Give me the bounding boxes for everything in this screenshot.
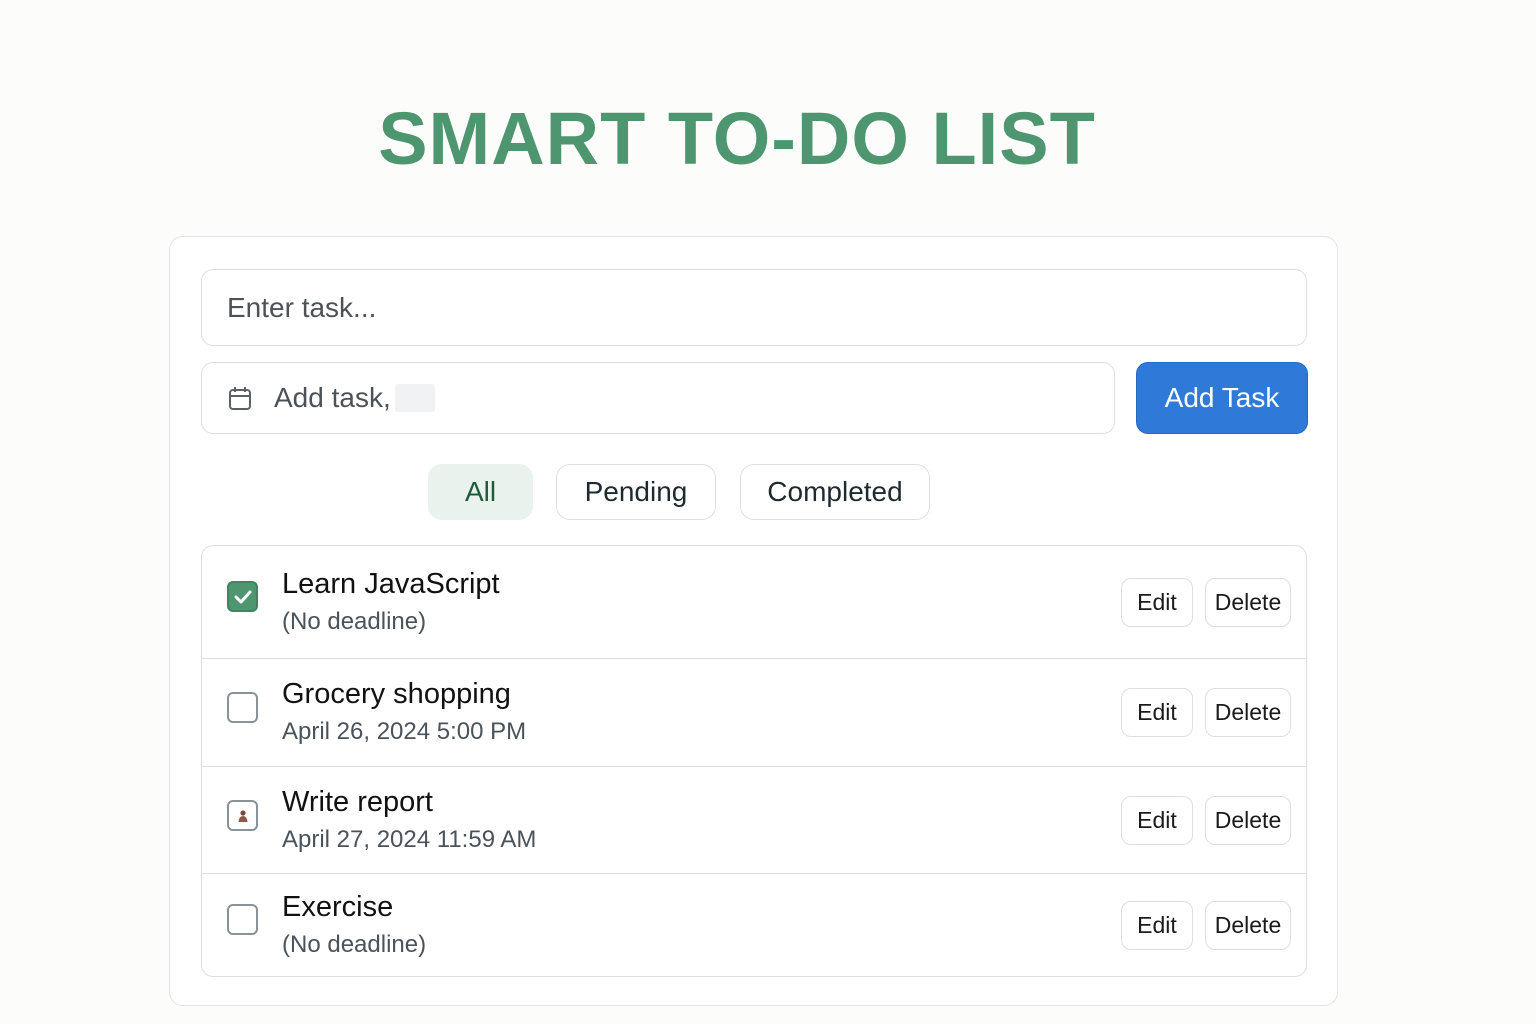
cursor-placeholder [394,384,435,412]
task-deadline: April 26, 2024 5:00 PM [282,718,527,745]
page-title: SMART TO-DO LIST [378,97,1096,180]
task-checkbox[interactable] [227,904,258,935]
edit-button[interactable]: Edit [1121,578,1193,627]
deadline-input-placeholder: Add task, [274,382,391,413]
app-page: SMART TO-DO LIST Enter task... Add task,… [0,0,1536,1024]
edit-button[interactable]: Edit [1121,901,1193,950]
deadline-input[interactable]: Add task, [201,362,1115,434]
task-row: Write report April 27, 2024 11:59 AM Edi… [202,767,1306,874]
task-list: Learn JavaScript (No deadline) Edit Dele… [201,545,1307,977]
filter-all-button[interactable]: All [428,464,533,520]
delete-button[interactable]: Delete [1205,578,1291,627]
task-deadline: April 27, 2024 11:59 AM [282,826,537,853]
task-deadline: (No deadline) [282,931,427,958]
todo-card: Enter task... Add task, Add Task All Pen… [169,236,1338,1006]
delete-button[interactable]: Delete [1205,901,1291,950]
task-row: Grocery shopping April 26, 2024 5:00 PM … [202,659,1306,767]
add-task-button[interactable]: Add Task [1136,362,1308,434]
task-input[interactable]: Enter task... [201,269,1307,346]
edit-button[interactable]: Edit [1121,796,1193,845]
delete-button[interactable]: Delete [1205,796,1291,845]
task-deadline: (No deadline) [282,608,427,635]
task-title: Exercise [282,891,394,923]
task-checkbox[interactable] [227,581,258,612]
task-title: Write report [282,786,433,818]
checkmark-icon [234,590,251,603]
filter-pending-button[interactable]: Pending [556,464,716,520]
task-title: Learn JavaScript [282,568,500,600]
filter-completed-button[interactable]: Completed [740,464,930,520]
task-input-placeholder: Enter task... [227,291,377,323]
task-checkbox[interactable] [227,800,258,831]
person-icon [238,809,247,822]
task-title: Grocery shopping [282,678,511,710]
task-row: Learn JavaScript (No deadline) Edit Dele… [202,546,1306,659]
delete-button[interactable]: Delete [1205,688,1291,737]
task-checkbox[interactable] [227,692,258,723]
calendar-icon [226,384,254,412]
task-row: Exercise (No deadline) Edit Delete [202,874,1306,976]
edit-button[interactable]: Edit [1121,688,1193,737]
